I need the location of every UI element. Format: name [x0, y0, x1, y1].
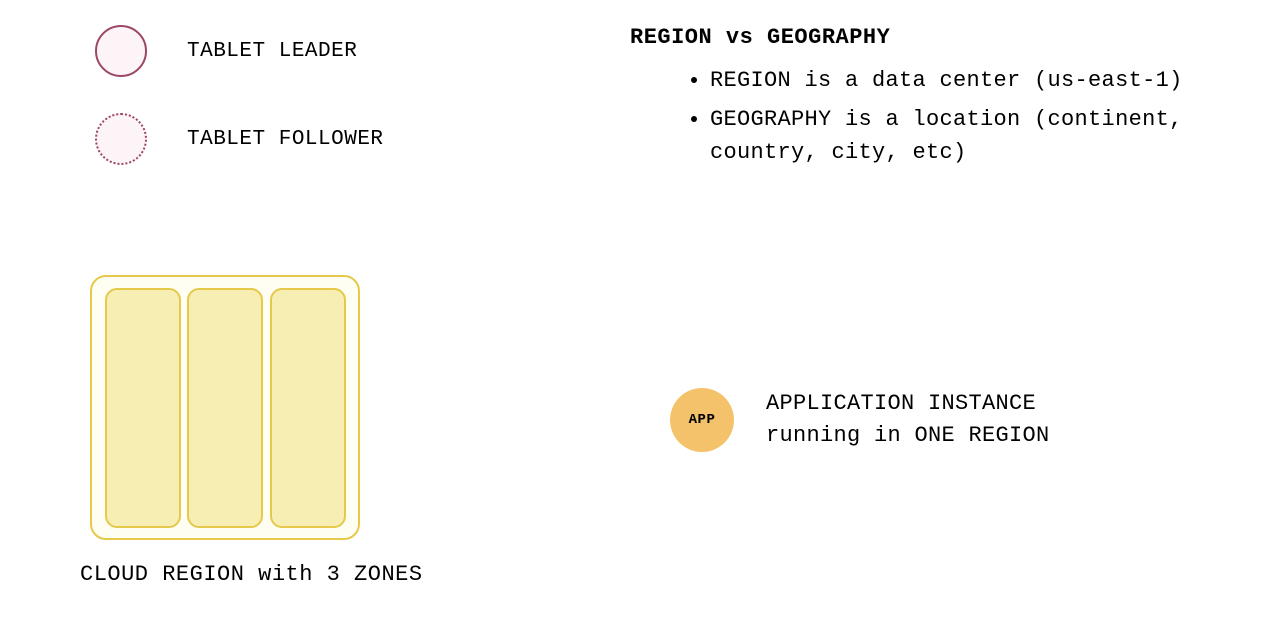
app-description: APPLICATION INSTANCE running in ONE REGI… — [766, 388, 1050, 452]
comparison-title: REGION vs GEOGRAPHY — [630, 25, 1280, 50]
tablet-leader-icon — [95, 25, 147, 77]
comparison-item: GEOGRAPHY is a location (continent, coun… — [710, 103, 1280, 169]
cloud-region-diagram: CLOUD REGION with 3 ZONES — [90, 275, 423, 587]
region-caption: CLOUD REGION with 3 ZONES — [80, 562, 423, 587]
comparison-list: REGION is a data center (us-east-1) GEOG… — [630, 64, 1280, 169]
legend-tablet-follower: TABLET FOLLOWER — [95, 113, 384, 165]
app-instance-block: APP APPLICATION INSTANCE running in ONE … — [670, 388, 1050, 452]
comparison-item: REGION is a data center (us-east-1) — [710, 64, 1280, 97]
legend-label: TABLET FOLLOWER — [187, 128, 384, 151]
app-badge-icon: APP — [670, 388, 734, 452]
app-line-1: APPLICATION INSTANCE — [766, 391, 1036, 416]
tablet-follower-icon — [95, 113, 147, 165]
region-box — [90, 275, 360, 540]
app-line-2: running in ONE REGION — [766, 423, 1050, 448]
legend-tablet-leader: TABLET LEADER — [95, 25, 357, 77]
comparison-section: REGION vs GEOGRAPHY REGION is a data cen… — [630, 25, 1280, 175]
zone-2 — [187, 288, 263, 528]
legend-label: TABLET LEADER — [187, 40, 357, 63]
zone-3 — [270, 288, 346, 528]
app-badge-label: APP — [689, 412, 716, 428]
zone-1 — [105, 288, 181, 528]
